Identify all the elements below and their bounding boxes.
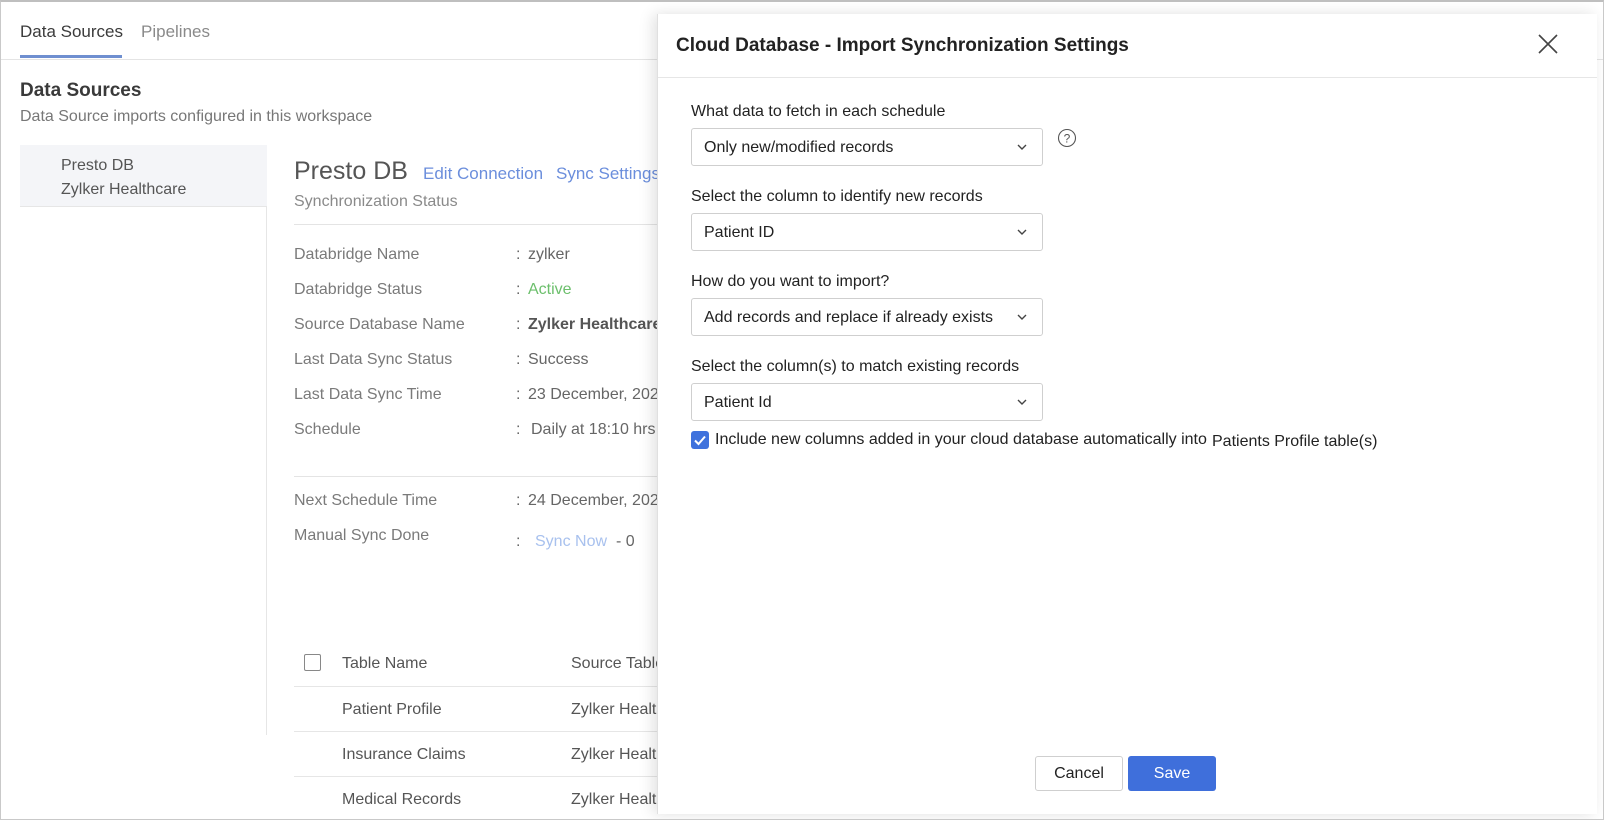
dialog-header-divider [658, 77, 1597, 78]
identify-column-label: Select the column to identify new record… [691, 188, 983, 205]
save-button[interactable]: Save [1128, 756, 1216, 791]
column-header-table-name: Table Name [342, 655, 428, 672]
divider [294, 476, 664, 477]
sidebar: Presto DB Zylker Healthcare [20, 145, 267, 735]
app-window: Data Sources Pipelines Data Sources Data… [0, 0, 1604, 820]
divider [294, 224, 664, 225]
active-tab-indicator [20, 55, 122, 58]
import-mode-select[interactable]: Add records and replace if already exist… [691, 298, 1043, 336]
chevron-down-icon [1017, 144, 1027, 150]
target-table-label: Patients Profile table(s) [1212, 433, 1378, 450]
next-schedule-value: 24 December, 202 [528, 492, 659, 509]
section-title: Synchronization Status [294, 193, 458, 210]
info-colon: : [516, 281, 521, 298]
tab-pipelines[interactable]: Pipelines [141, 22, 210, 42]
info-label: Last Data Sync Time [294, 386, 442, 403]
table-row-name[interactable]: Medical Records [342, 791, 461, 809]
manual-sync-count: - 0 [616, 533, 635, 550]
sync-settings-link[interactable]: Sync Settings [556, 164, 660, 184]
select-value: Only new/modified records [704, 139, 894, 156]
include-new-columns-label: Include new columns added in your cloud … [715, 431, 1207, 448]
info-label: Manual Sync Done [294, 527, 430, 544]
row-divider [294, 686, 664, 687]
databridge-status-value: Active [528, 281, 572, 298]
row-divider [294, 776, 664, 777]
match-column-label: Select the column(s) to match existing r… [691, 358, 1020, 375]
close-icon[interactable] [1536, 32, 1560, 56]
last-sync-status-value: Success [528, 351, 589, 368]
select-value: Add records and replace if already exist… [704, 309, 994, 326]
edit-connection-link[interactable]: Edit Connection [423, 164, 543, 184]
sync-now-link[interactable]: Sync Now [535, 533, 607, 551]
match-column-select[interactable]: Patient Id [691, 383, 1043, 421]
checkmark-icon [694, 435, 706, 446]
sidebar-item-title: Presto DB [61, 157, 134, 174]
info-colon: : [516, 533, 521, 550]
select-value: Patient Id [704, 394, 772, 411]
tab-data-sources[interactable]: Data Sources [20, 22, 123, 42]
info-label: Source Database Name [294, 316, 465, 333]
dialog-title: Cloud Database - Import Synchronization … [676, 35, 1129, 56]
info-label: Last Data Sync Status [294, 351, 453, 368]
table-row-source: Zylker Healt [571, 701, 657, 718]
select-value: Patient ID [704, 224, 775, 241]
source-db-name-value: Zylker Healthcare [528, 316, 662, 333]
row-divider [294, 731, 664, 732]
import-mode-label: How do you want to import? [691, 273, 890, 290]
info-colon: : [516, 351, 521, 368]
info-label: Schedule [294, 421, 361, 438]
page-subtitle: Data Source imports configured in this w… [20, 108, 373, 125]
info-label: Databridge Status [294, 281, 423, 298]
info-label: Next Schedule Time [294, 492, 438, 509]
info-colon: : [516, 421, 521, 438]
info-colon: : [516, 492, 521, 509]
table-row-name[interactable]: Insurance Claims [342, 746, 466, 764]
chevron-down-icon [1017, 229, 1027, 235]
sidebar-item-presto-db[interactable]: Presto DB Zylker Healthcare [20, 145, 267, 207]
table-row-source: Zylker Healt [571, 746, 657, 763]
info-colon: : [516, 316, 521, 333]
cancel-button[interactable]: Cancel [1035, 756, 1123, 791]
page-title: Data Sources [20, 80, 142, 101]
table-row-name[interactable]: Patient Profile [342, 701, 442, 719]
last-sync-time-value: 23 December, 202 [528, 386, 659, 403]
select-all-checkbox[interactable] [304, 654, 321, 671]
info-label: Databridge Name [294, 246, 420, 263]
identify-column-select[interactable]: Patient ID [691, 213, 1043, 251]
sidebar-item-workspace: Zylker Healthcare [61, 181, 187, 198]
fetch-data-select[interactable]: Only new/modified records [691, 128, 1043, 166]
schedule-value: Daily at 18:10 hrs [531, 421, 656, 438]
chevron-down-icon [1017, 399, 1027, 405]
chevron-down-icon [1017, 314, 1027, 320]
fetch-data-label: What data to fetch in each schedule [691, 103, 946, 120]
help-icon[interactable]: ? [1057, 128, 1077, 148]
databridge-name-value: zylker [528, 246, 570, 263]
column-header-source-table: Source Table [571, 655, 665, 672]
table-row-source: Zylker Healt [571, 791, 657, 808]
svg-text:?: ? [1064, 132, 1071, 146]
datasource-title: Presto DB [294, 157, 408, 185]
include-new-columns-checkbox[interactable] [691, 431, 709, 449]
sync-settings-dialog: Cloud Database - Import Synchronization … [657, 14, 1597, 814]
info-colon: : [516, 246, 521, 263]
info-colon: : [516, 386, 521, 403]
